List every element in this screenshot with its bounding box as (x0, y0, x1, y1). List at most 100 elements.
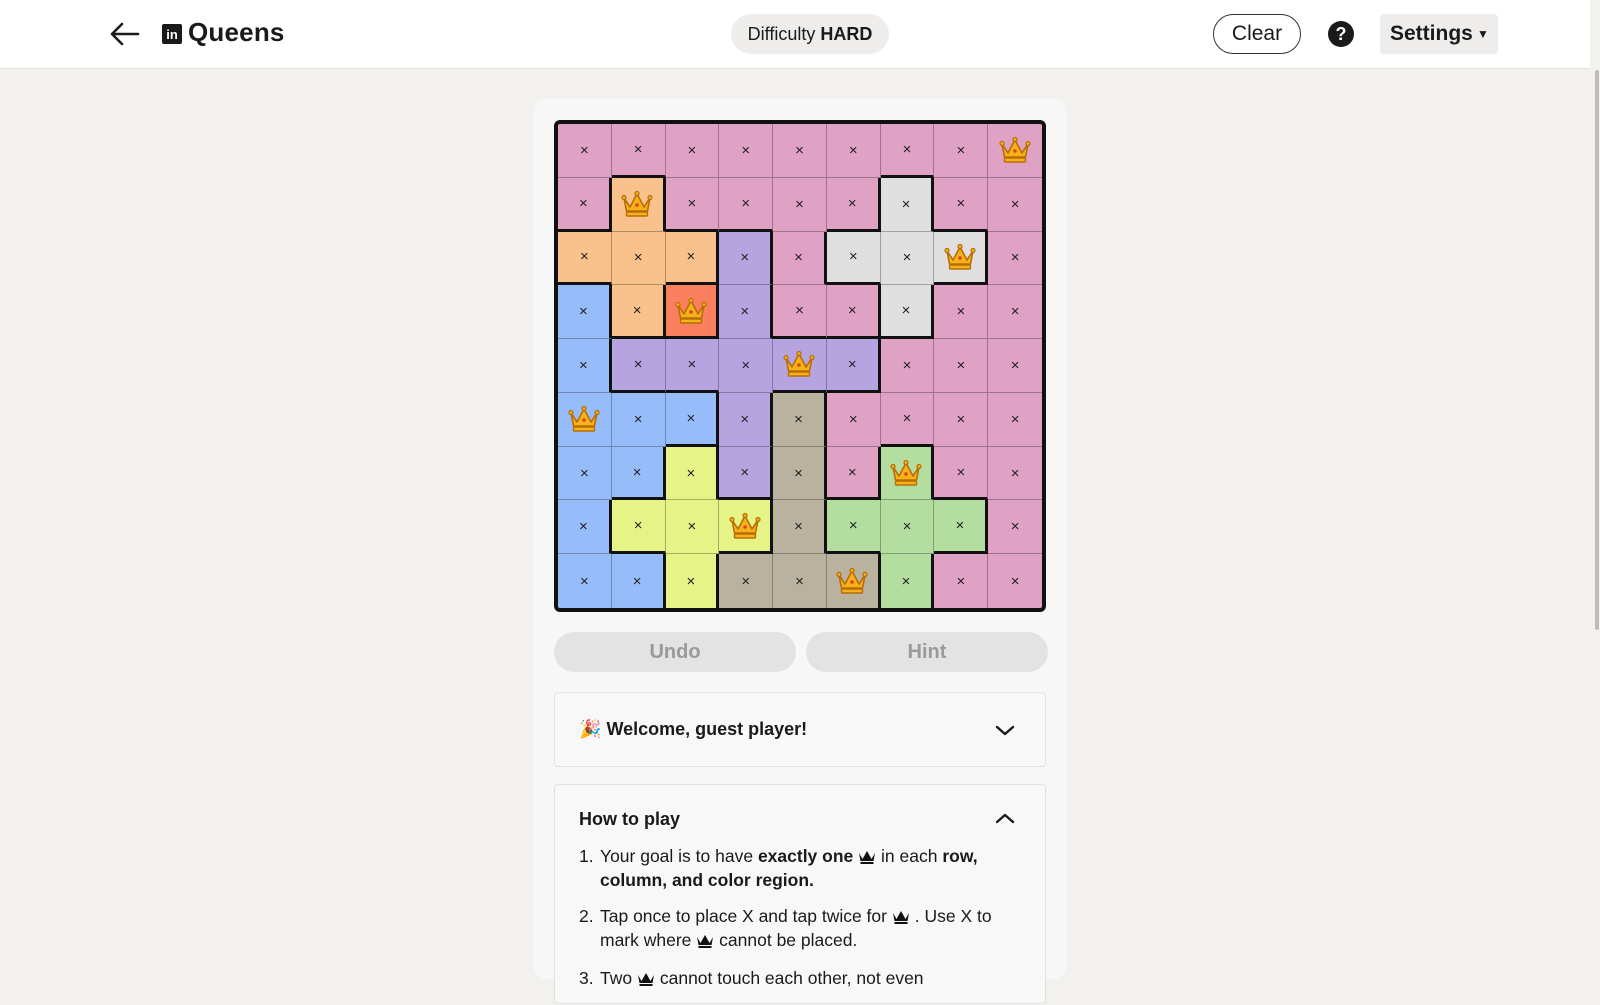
board-cell[interactable]: × (665, 446, 720, 501)
board-cell[interactable]: × (934, 285, 989, 340)
board-cell[interactable]: × (558, 500, 612, 555)
board-cell[interactable]: × (773, 177, 827, 232)
board-cell[interactable]: × (934, 177, 989, 232)
board-cell[interactable]: × (611, 285, 666, 340)
welcome-panel[interactable]: 🎉 Welcome, guest player! (554, 692, 1046, 767)
board-cell[interactable] (773, 339, 827, 393)
board-cell[interactable]: × (611, 500, 666, 555)
board-cell[interactable]: × (611, 392, 666, 447)
board-cell[interactable]: × (934, 446, 989, 501)
board-cell[interactable] (719, 500, 774, 555)
board-cell[interactable]: × (558, 339, 612, 393)
board-cell[interactable]: × (826, 285, 881, 340)
board-cell[interactable]: × (773, 554, 827, 608)
board-cell[interactable]: × (773, 124, 827, 178)
board-cell[interactable]: × (934, 392, 989, 447)
hint-button[interactable]: Hint (806, 632, 1048, 672)
board-cell[interactable]: × (988, 285, 1042, 340)
board-cell[interactable]: × (719, 339, 774, 393)
board-cell[interactable]: × (880, 231, 935, 286)
board-cell[interactable]: × (611, 124, 666, 178)
board-cell[interactable]: × (773, 392, 827, 447)
board-cell[interactable]: × (558, 446, 612, 501)
board-cell[interactable]: × (665, 500, 720, 555)
board-cell[interactable]: × (826, 339, 881, 393)
board-cell[interactable]: × (826, 231, 881, 286)
board-cell[interactable]: × (558, 285, 612, 340)
board-cell[interactable]: × (988, 554, 1042, 608)
board-cell[interactable]: × (826, 124, 881, 178)
board-cell[interactable]: × (719, 231, 774, 286)
board-cell[interactable]: × (611, 446, 666, 501)
board-cell[interactable]: × (826, 177, 881, 232)
board-cell[interactable]: × (665, 339, 720, 393)
board-cell[interactable]: × (934, 554, 989, 608)
board-cell[interactable] (880, 446, 935, 501)
queen-crown-icon (729, 512, 761, 540)
board-cell[interactable]: × (826, 500, 881, 555)
board-cell[interactable]: × (611, 231, 666, 286)
board-cell[interactable]: × (719, 285, 774, 340)
scrollbar-thumb[interactable] (1595, 70, 1599, 630)
board-cell[interactable] (611, 177, 666, 232)
board-cell[interactable]: × (665, 392, 720, 447)
board-cell[interactable]: × (988, 231, 1042, 286)
board-cell[interactable]: × (611, 339, 666, 393)
board-cell[interactable]: × (880, 339, 935, 393)
board-cell[interactable] (665, 285, 720, 340)
board-cell[interactable]: × (719, 392, 774, 447)
board-cell[interactable]: × (826, 446, 881, 501)
board-cell[interactable] (826, 554, 881, 608)
board-cell[interactable]: × (988, 177, 1042, 232)
board-cell[interactable]: × (773, 500, 827, 555)
board-cell[interactable]: × (558, 177, 612, 232)
board-cell[interactable] (558, 392, 612, 447)
board-cell[interactable]: × (558, 554, 612, 608)
board-cell[interactable]: × (773, 231, 827, 286)
board-cell[interactable]: × (880, 554, 935, 608)
board-cell[interactable] (934, 231, 989, 286)
x-mark-icon: × (741, 572, 751, 590)
back-arrow-icon[interactable] (108, 18, 142, 50)
board-cell[interactable]: × (719, 124, 774, 178)
chevron-up-icon[interactable] (995, 811, 1015, 825)
board-cell[interactable]: × (880, 177, 935, 232)
settings-dropdown[interactable]: Settings ▼ (1380, 14, 1498, 54)
chevron-down-icon[interactable] (995, 723, 1015, 737)
board-cell[interactable]: × (665, 554, 720, 608)
board-cell[interactable]: × (934, 124, 989, 178)
board-cell[interactable]: × (880, 124, 935, 178)
board-cell[interactable]: × (988, 446, 1042, 501)
undo-button[interactable]: Undo (554, 632, 796, 672)
rules-list: 1. Your goal is to have exactly one in e… (579, 845, 1019, 1005)
board-cell[interactable]: × (988, 339, 1042, 393)
x-mark-icon: × (795, 141, 804, 159)
board-cell[interactable]: × (665, 177, 720, 232)
board-cell[interactable]: × (880, 500, 935, 555)
rule-number: 3. (579, 968, 594, 988)
board-cell[interactable]: × (934, 339, 989, 393)
board-cell[interactable]: × (719, 177, 774, 232)
board-cell[interactable]: × (826, 392, 881, 447)
board-cell[interactable]: × (988, 500, 1042, 555)
queen-crown-icon (944, 243, 976, 271)
board-cell[interactable]: × (880, 392, 935, 447)
clear-button[interactable]: Clear (1213, 14, 1301, 54)
x-mark-icon: × (847, 355, 857, 373)
rule-text: cannot touch each other, not even (659, 968, 924, 988)
board-cell[interactable]: × (558, 231, 612, 286)
board-cell[interactable]: × (719, 554, 774, 608)
board-cell[interactable] (988, 124, 1042, 178)
board-cell[interactable]: × (988, 392, 1042, 447)
help-icon[interactable]: ? (1328, 21, 1354, 47)
board-cell[interactable]: × (719, 446, 774, 501)
board-cell[interactable]: × (558, 124, 612, 178)
board-cell[interactable]: × (665, 124, 720, 178)
board-cell[interactable]: × (665, 231, 720, 286)
board-cell[interactable]: × (880, 285, 935, 340)
x-mark-icon: × (740, 463, 750, 481)
board-cell[interactable]: × (773, 285, 827, 340)
board-cell[interactable]: × (611, 554, 666, 608)
board-cell[interactable]: × (773, 446, 827, 501)
board-cell[interactable]: × (934, 500, 989, 555)
